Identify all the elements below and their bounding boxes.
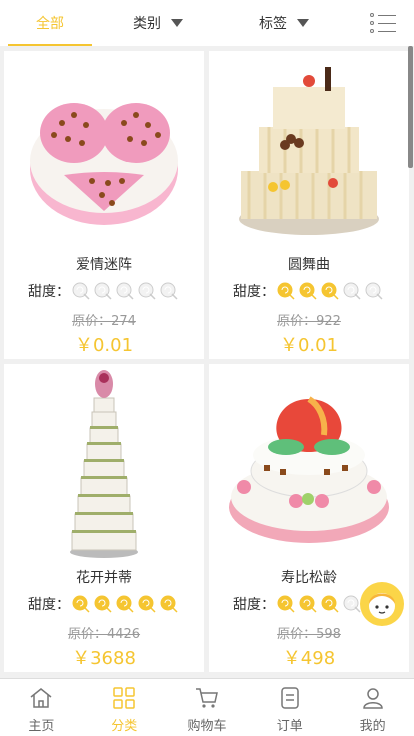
product-image [4, 51, 204, 251]
lollipop-icon [94, 282, 112, 300]
sweetness-label: 甜度： [233, 284, 275, 300]
category-icon [113, 687, 135, 709]
caret-down-icon [297, 19, 309, 27]
sale-price: ￥0.01 [279, 335, 339, 356]
lollipop-icon [299, 282, 317, 300]
lollipop-icon [365, 282, 383, 300]
original-price: 原价：274 [72, 314, 136, 329]
order-icon [281, 687, 299, 709]
lollipop-icon [138, 595, 156, 613]
tab-category-label: 类别 [133, 16, 161, 32]
lollipop-icon [277, 282, 295, 300]
nav-home[interactable]: 主页 [0, 679, 83, 736]
tab-tags-label: 标签 [259, 16, 287, 32]
nav-category[interactable]: 分类 [83, 679, 166, 736]
product-image [209, 364, 409, 564]
user-icon [362, 688, 383, 709]
nav-orders[interactable]: 订单 [248, 679, 331, 736]
lollipop-icon [343, 595, 361, 613]
product-name: 爱情迷阵 [76, 257, 132, 273]
sale-price: ￥0.01 [74, 335, 134, 356]
lollipop-icon [138, 282, 156, 300]
lollipop-icon [72, 282, 90, 300]
lollipop-icon [299, 595, 317, 613]
sweetness-label: 甜度： [233, 597, 275, 613]
sweetness-rating: 甜度： [28, 594, 204, 614]
tab-category[interactable]: 类别 [100, 0, 216, 46]
sweetness-label: 甜度： [28, 597, 70, 613]
nav-mine[interactable]: 我的 [331, 679, 414, 736]
sweetness-rating: 甜度： [28, 281, 204, 301]
product-image [4, 364, 204, 564]
sale-price: ￥3688 [72, 648, 136, 669]
product-card[interactable]: 爱情迷阵 甜度： 原价：274 ￥0.01 [4, 51, 204, 359]
cart-icon [195, 688, 218, 708]
lollipop-icon [343, 282, 361, 300]
caret-down-icon [171, 19, 183, 27]
home-icon [30, 688, 52, 708]
sweetness-label: 甜度： [28, 284, 70, 300]
tab-all-label: 全部 [36, 16, 64, 32]
tab-tags[interactable]: 标签 [216, 0, 352, 46]
lollipop-icon [116, 595, 134, 613]
lollipop-icon [160, 282, 178, 300]
nav-mine-label: 我的 [359, 719, 386, 734]
sale-price: ￥498 [282, 648, 336, 669]
nav-category-label: 分类 [111, 719, 138, 734]
nav-orders-label: 订单 [276, 719, 303, 734]
nav-home-label: 主页 [28, 719, 55, 734]
lollipop-icon [321, 595, 339, 613]
lollipop-icon [321, 282, 339, 300]
face-icon [369, 593, 395, 619]
tab-all[interactable]: 全部 [0, 0, 100, 46]
customer-service-button[interactable] [360, 582, 404, 626]
lollipop-icon [160, 595, 178, 613]
list-menu-icon[interactable] [370, 11, 396, 35]
product-name: 圆舞曲 [288, 257, 330, 273]
bottom-nav: 主页 分类 购物车 订单 我的 [0, 678, 414, 736]
lollipop-icon [72, 595, 90, 613]
original-price: 原价：922 [277, 314, 341, 329]
product-card[interactable]: 花开并蒂 甜度： 原价：4426 ￥3688 [4, 364, 204, 672]
product-image [209, 51, 409, 251]
lollipop-icon [277, 595, 295, 613]
lollipop-icon [116, 282, 134, 300]
original-price: 原价：4426 [67, 627, 141, 642]
sweetness-rating: 甜度： [233, 281, 409, 301]
nav-cart[interactable]: 购物车 [166, 679, 249, 736]
nav-cart-label: 购物车 [187, 719, 227, 734]
top-filter-bar: 全部 类别 标签 [0, 0, 414, 46]
lollipop-icon [94, 595, 112, 613]
product-card[interactable]: 圆舞曲 甜度： 原价：922 ￥0.01 [209, 51, 409, 359]
scrollbar[interactable] [408, 46, 413, 168]
product-name: 花开并蒂 [76, 570, 132, 586]
